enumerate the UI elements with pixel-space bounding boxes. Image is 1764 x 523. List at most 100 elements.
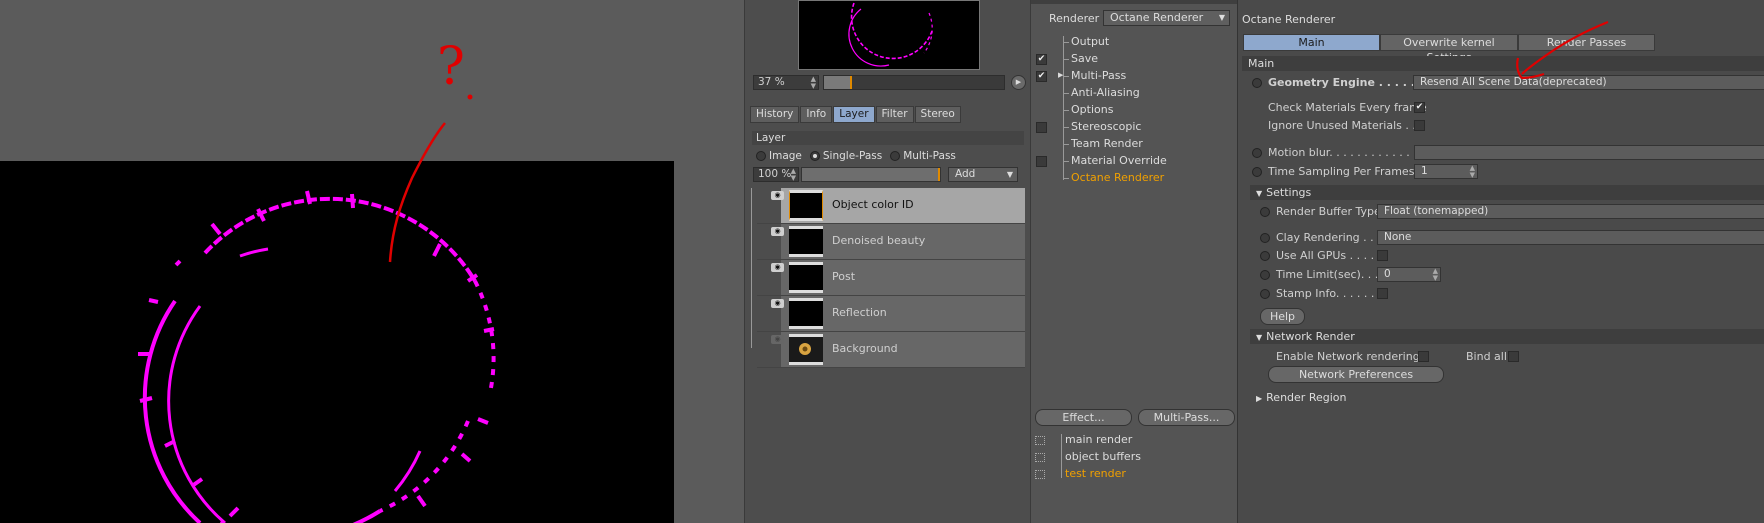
layer-thumbnail <box>789 262 823 293</box>
tab-history[interactable]: History <box>750 106 800 123</box>
preset-label: main render <box>1065 433 1133 446</box>
zoom-value: 37 % <box>758 76 785 88</box>
layer-row[interactable]: ◉ Background <box>757 332 1025 368</box>
layer-thumbnail <box>789 298 823 329</box>
time-sampling-value: 1 <box>1421 165 1428 177</box>
network-preferences-button[interactable]: Network Preferences <box>1268 366 1444 383</box>
opacity-value: 100 % <box>758 168 792 180</box>
use-all-gpus-checkbox[interactable] <box>1377 250 1388 261</box>
settings-item-multi-pass[interactable]: ✔ ▶ Multi-Pass <box>1031 68 1238 85</box>
settings-item-team-render[interactable]: Team Render <box>1031 136 1238 153</box>
multi-pass-checkbox[interactable]: ✔ <box>1036 71 1047 82</box>
help-button[interactable]: Help <box>1260 308 1305 325</box>
geometry-engine-radio[interactable] <box>1252 78 1262 88</box>
settings-item-octane-renderer[interactable]: Octane Renderer <box>1031 170 1238 187</box>
zoom-slider-thumb[interactable] <box>850 76 852 89</box>
time-sampling-field[interactable]: 1 ▲ ▼ <box>1414 164 1478 179</box>
opacity-slider-thumb[interactable] <box>938 168 940 181</box>
tab-layer[interactable]: Layer <box>833 106 875 123</box>
time-limit-radio[interactable] <box>1260 270 1270 280</box>
mode-multi-pass-radio[interactable] <box>890 150 901 161</box>
layer-row[interactable]: ◉ Denoised beauty <box>757 224 1025 260</box>
clay-rendering-select[interactable]: None <box>1377 230 1764 245</box>
stamp-info-checkbox[interactable] <box>1377 288 1388 299</box>
render-buffer-select[interactable]: Float (tonemapped) <box>1377 204 1764 219</box>
spin-arrows-icon[interactable]: ▲ ▼ <box>1433 268 1438 282</box>
settings-item-material-override[interactable]: Material Override <box>1031 153 1238 170</box>
mode-single-pass-radio[interactable] <box>809 150 820 161</box>
navigator-preview[interactable] <box>798 0 980 70</box>
layer-thumbnail <box>789 334 823 365</box>
network-render-section-label: Network Render <box>1266 330 1355 343</box>
add-layer-dropdown[interactable]: Add ▼ <box>948 167 1018 182</box>
mode-image-radio[interactable] <box>756 150 766 161</box>
layer-row[interactable]: ◉ Reflection <box>757 296 1025 332</box>
layer-thumbnail <box>789 190 823 221</box>
settings-item-stereoscopic[interactable]: Stereoscopic <box>1031 119 1238 136</box>
tab-stereo[interactable]: Stereo <box>914 106 961 123</box>
settings-section-header[interactable]: ▼ Settings <box>1250 185 1764 200</box>
time-sampling-radio[interactable] <box>1252 167 1262 177</box>
layer-name: Background <box>832 342 898 355</box>
material-override-checkbox[interactable] <box>1036 156 1047 167</box>
settings-item-save[interactable]: ✔ Save <box>1031 51 1238 68</box>
enable-network-checkbox[interactable] <box>1418 351 1429 362</box>
preset-test-render[interactable]: test render <box>1031 466 1238 483</box>
time-limit-field[interactable]: 0 ▲ ▼ <box>1377 267 1441 282</box>
spin-arrows-icon[interactable]: ▲ ▼ <box>1470 165 1475 179</box>
rendered-ring-image <box>138 190 496 523</box>
tab-filter[interactable]: Filter <box>875 106 914 123</box>
render-region-section-header[interactable]: ▶ Render Region <box>1250 390 1764 405</box>
tab-info[interactable]: Info <box>800 106 833 123</box>
settings-item-label: Save <box>1071 52 1099 65</box>
motion-blur-label: Motion blur. . . . . . . . . . . . . . <box>1268 146 1424 159</box>
stamp-info-radio[interactable] <box>1260 289 1270 299</box>
network-render-section-header[interactable]: ▼ Network Render <box>1250 329 1764 344</box>
expand-triangle-icon: ▶ <box>1256 394 1263 403</box>
opacity-slider[interactable] <box>801 167 941 182</box>
ignore-unused-checkbox[interactable] <box>1414 120 1425 131</box>
eye-icon[interactable]: ◉ <box>771 227 784 236</box>
settings-item-label: Material Override <box>1071 154 1167 167</box>
preset-main-render[interactable]: main render <box>1031 432 1238 449</box>
effect-button[interactable]: Effect... <box>1035 409 1132 426</box>
render-viewport[interactable]: ? <box>0 0 744 523</box>
settings-section-label: Settings <box>1266 186 1312 199</box>
multi-pass-button[interactable]: Multi-Pass... <box>1138 409 1235 426</box>
layer-row[interactable]: ◉ Post <box>757 260 1025 296</box>
bind-all-checkbox[interactable] <box>1508 351 1519 362</box>
motion-blur-field[interactable] <box>1414 145 1764 160</box>
check-materials-checkbox[interactable]: ✔ <box>1414 102 1425 113</box>
layer-section-header: Layer <box>752 131 1024 145</box>
renderer-select[interactable]: Octane Renderer ▼ <box>1103 10 1230 26</box>
time-limit-value: 0 <box>1384 268 1391 280</box>
stereoscopic-checkbox[interactable] <box>1036 122 1047 133</box>
render-buffer-radio[interactable] <box>1260 207 1270 217</box>
settings-item-anti-aliasing[interactable]: Anti-Aliasing <box>1031 85 1238 102</box>
use-all-gpus-radio[interactable] <box>1260 251 1270 261</box>
eye-icon[interactable]: ◉ <box>771 299 784 308</box>
eye-icon[interactable]: ◉ <box>771 191 784 200</box>
enable-network-row: Enable Network rendering <box>1260 350 1460 366</box>
layer-row[interactable]: ◉ Object color ID <box>757 188 1025 224</box>
render-settings-list-panel: Renderer Octane Renderer ▼ Output ✔ Save… <box>1030 0 1238 523</box>
spin-arrows-icon[interactable]: ▲ ▼ <box>791 168 796 182</box>
opacity-field[interactable]: 100 % ▲ ▼ <box>753 167 799 182</box>
zoom-slider[interactable] <box>823 75 1005 90</box>
clay-rendering-radio[interactable] <box>1260 233 1270 243</box>
motion-blur-radio[interactable] <box>1252 148 1262 158</box>
expand-arrow-icon[interactable]: ▶ <box>1058 71 1063 79</box>
chevron-down-icon: ▼ <box>1006 170 1013 179</box>
settings-item-options[interactable]: Options <box>1031 102 1238 119</box>
preset-object-buffers[interactable]: object buffers <box>1031 449 1238 466</box>
eye-icon[interactable]: ◉ <box>771 263 784 272</box>
settings-item-label: Options <box>1071 103 1114 116</box>
eye-icon[interactable]: ◉ <box>771 335 784 344</box>
spin-arrows-icon[interactable]: ▲ ▼ <box>811 76 816 90</box>
tab-main[interactable]: Main <box>1243 34 1380 51</box>
zoom-field[interactable]: 37 % ▲ ▼ <box>753 75 819 90</box>
play-icon[interactable]: ▶ <box>1011 75 1026 90</box>
save-checkbox[interactable]: ✔ <box>1036 54 1047 65</box>
settings-item-output[interactable]: Output <box>1031 34 1238 51</box>
renderer-label: Renderer <box>1049 12 1100 25</box>
